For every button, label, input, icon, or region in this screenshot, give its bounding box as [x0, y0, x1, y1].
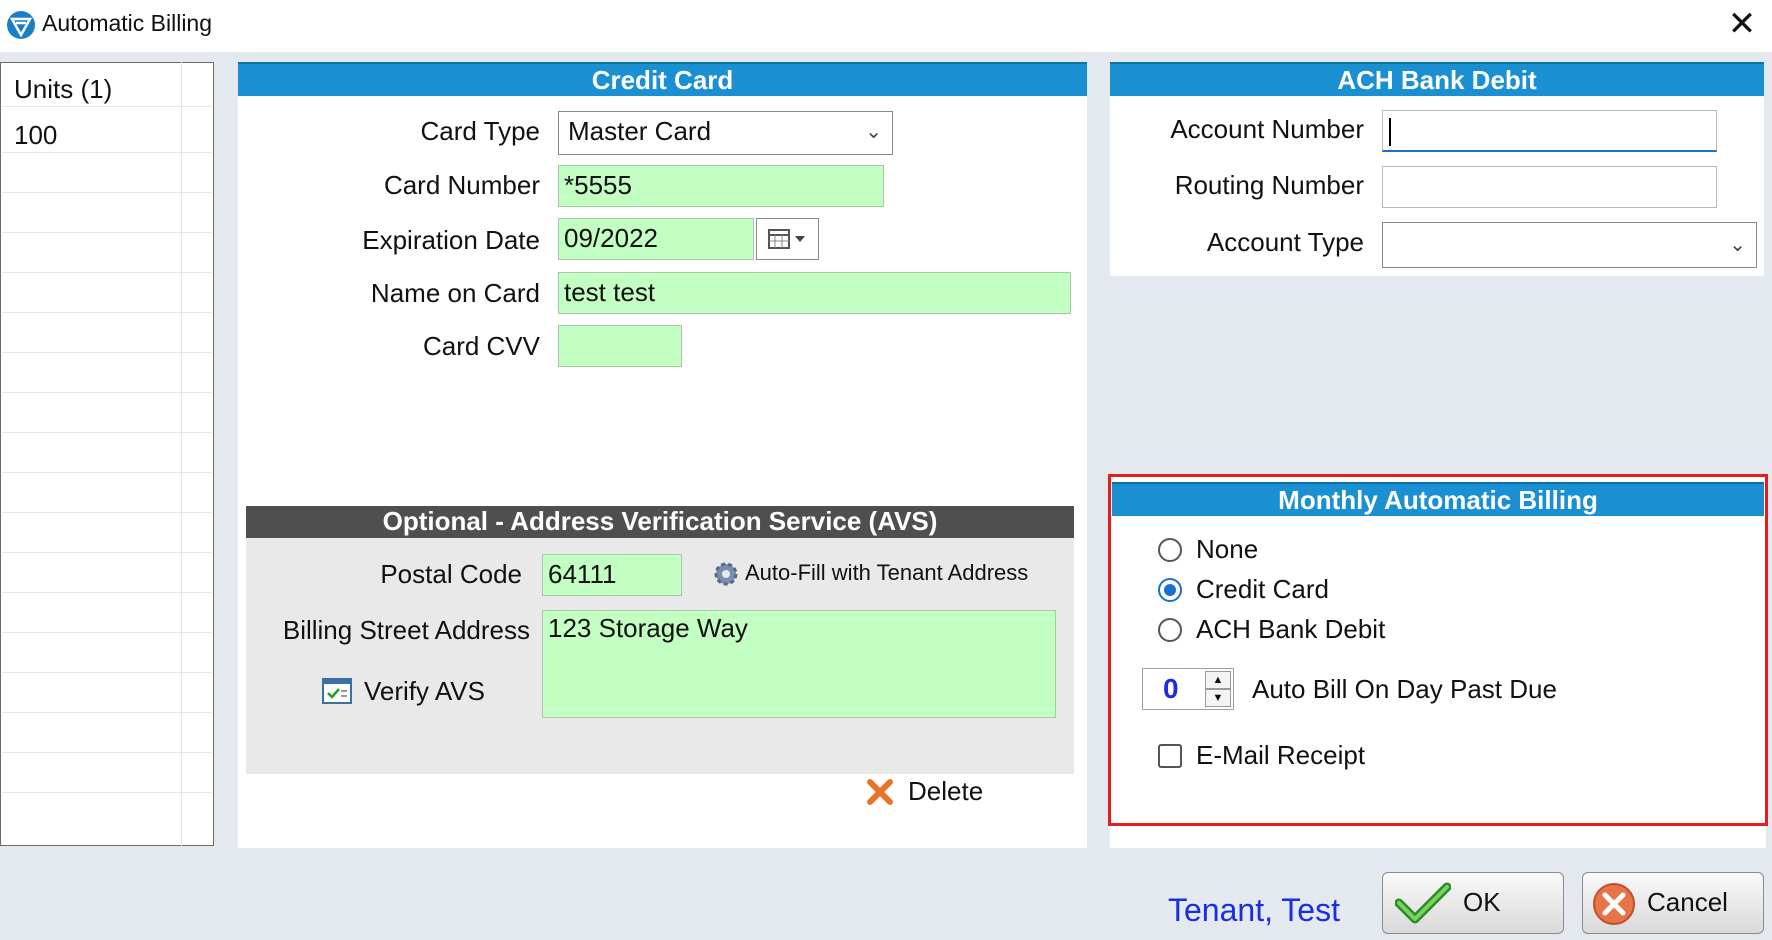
- verify-form-icon: [322, 678, 352, 704]
- units-column-header[interactable]: Units (1): [14, 74, 112, 105]
- units-row-divider: [2, 152, 212, 153]
- cancel-label: Cancel: [1647, 887, 1728, 917]
- postal-code-field[interactable]: 64111: [542, 554, 682, 596]
- routing-number-input[interactable]: [1382, 166, 1717, 208]
- radio-label: Credit Card: [1196, 574, 1329, 604]
- units-row-divider: [2, 392, 212, 393]
- units-column-separator: [181, 62, 182, 846]
- card-type-label: Card Type: [420, 116, 540, 146]
- radio-label: ACH Bank Debit: [1196, 614, 1386, 644]
- units-row-divider: [2, 272, 212, 273]
- spinner-up-icon[interactable]: ▲: [1205, 671, 1231, 689]
- tenant-name: Tenant, Test: [1168, 892, 1340, 928]
- units-row-divider: [2, 432, 212, 433]
- units-row-divider: [2, 192, 212, 193]
- card-type-select[interactable]: Master Card ⌄: [558, 111, 893, 155]
- units-row-divider: [2, 106, 212, 107]
- calendar-icon: [768, 229, 805, 249]
- delete-x-icon: [867, 779, 893, 805]
- radio-option-credit-card[interactable]: Credit Card: [1156, 574, 1416, 608]
- units-row-divider: [2, 312, 212, 313]
- units-row-divider: [2, 792, 212, 793]
- expiration-date-label: Expiration Date: [362, 225, 540, 255]
- ok-label: OK: [1463, 887, 1501, 917]
- units-row-divider: [2, 352, 212, 353]
- checkbox-box[interactable]: [1158, 744, 1182, 768]
- units-row-value[interactable]: 100: [14, 120, 57, 151]
- account-type-label: Account Type: [1206, 227, 1364, 257]
- delete-label: Delete: [908, 776, 984, 806]
- units-row-divider: [2, 512, 212, 513]
- email-receipt-checkbox[interactable]: E-Mail Receipt: [1156, 740, 1416, 774]
- chevron-down-icon: ⌄: [865, 121, 882, 143]
- account-type-select[interactable]: ⌄: [1382, 222, 1757, 268]
- radio-button[interactable]: [1158, 618, 1182, 642]
- monthly-billing-header: Monthly Automatic Billing: [1112, 482, 1764, 516]
- cancel-button[interactable]: Cancel: [1582, 872, 1764, 934]
- units-row-divider: [2, 592, 212, 593]
- auto-bill-day-label: Auto Bill On Day Past Due: [1252, 674, 1557, 704]
- card-number-field[interactable]: *5555: [558, 165, 884, 207]
- gear-icon: [714, 562, 738, 586]
- text-cursor: [1389, 118, 1391, 146]
- auto-fill-label: Auto-Fill with Tenant Address: [745, 560, 1029, 585]
- radio-button[interactable]: [1158, 538, 1182, 562]
- expiration-date-field[interactable]: 09/2022: [558, 218, 754, 260]
- billing-street-field[interactable]: 123 Storage Way: [542, 610, 1056, 718]
- postal-code-label: Postal Code: [380, 559, 522, 589]
- radio-option-none[interactable]: None: [1156, 534, 1416, 568]
- delete-button[interactable]: Delete: [866, 774, 1006, 810]
- spinner-down-icon[interactable]: ▼: [1205, 689, 1231, 707]
- card-number-label: Card Number: [383, 170, 540, 200]
- radio-button-selected[interactable]: [1158, 578, 1182, 602]
- window-title: Automatic Billing: [42, 10, 213, 36]
- billing-street-label: Billing Street Address: [282, 615, 530, 645]
- title-bar: Automatic Billing ✕: [0, 0, 1772, 52]
- units-row-divider: [2, 472, 212, 473]
- day-past-due-spinner[interactable]: 0 ▲ ▼: [1142, 668, 1234, 710]
- close-icon[interactable]: ✕: [1722, 4, 1762, 44]
- units-row-divider: [2, 672, 212, 673]
- account-number-input[interactable]: [1382, 110, 1717, 152]
- card-cvv-field[interactable]: [558, 325, 682, 367]
- credit-card-header: Credit Card: [238, 62, 1087, 96]
- account-number-label: Account Number: [1170, 114, 1364, 144]
- verify-avs-button[interactable]: Verify AVS: [322, 674, 522, 710]
- name-on-card-field[interactable]: test test: [558, 272, 1071, 314]
- name-on-card-label: Name on Card: [370, 278, 540, 308]
- radio-option-ach-bank-debit[interactable]: ACH Bank Debit: [1156, 614, 1456, 648]
- units-row-divider: [2, 632, 212, 633]
- verify-avs-label: Verify AVS: [364, 676, 485, 706]
- units-row-divider: [2, 552, 212, 553]
- checkmark-icon: [1395, 882, 1451, 924]
- calendar-dropdown-button[interactable]: [756, 218, 819, 260]
- routing-number-label: Routing Number: [1174, 170, 1364, 200]
- card-type-value: Master Card: [568, 116, 712, 146]
- email-receipt-label: E-Mail Receipt: [1196, 740, 1366, 770]
- radio-label: None: [1196, 534, 1259, 564]
- day-past-due-value: 0: [1163, 673, 1179, 704]
- cancel-icon: [1593, 883, 1635, 925]
- ok-button[interactable]: OK: [1382, 872, 1564, 934]
- ach-header: ACH Bank Debit: [1110, 62, 1764, 96]
- card-cvv-label: Card CVV: [422, 331, 540, 361]
- units-row-divider: [2, 752, 212, 753]
- auto-fill-tenant-address-button[interactable]: Auto-Fill with Tenant Address: [710, 558, 1050, 590]
- units-row-divider: [2, 232, 212, 233]
- units-row-divider: [2, 712, 212, 713]
- chevron-down-icon: ⌄: [1729, 234, 1746, 256]
- avs-header: Optional - Address Verification Service …: [246, 506, 1074, 538]
- app-logo-icon: [7, 11, 35, 39]
